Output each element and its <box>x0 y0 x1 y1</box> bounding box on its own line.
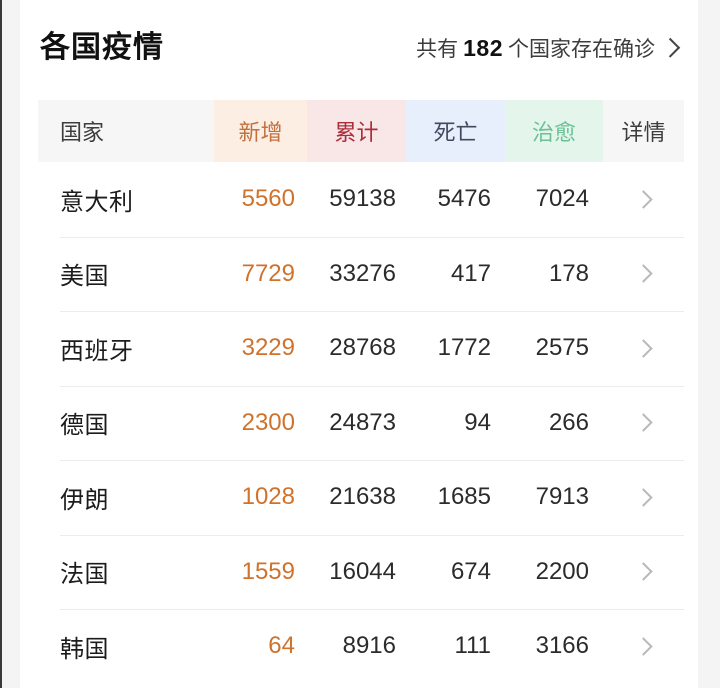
cell-death: 5476 <box>437 185 491 213</box>
column-header-total[interactable]: 累计 <box>307 100 406 162</box>
cell-total: 59138 <box>329 185 396 213</box>
cell-death: 94 <box>464 408 491 436</box>
cell-country: 韩国 <box>60 635 109 663</box>
left-gutter <box>2 0 20 688</box>
cell-cure: 266 <box>548 408 589 436</box>
country-count-suffix: 个国家存在确诊 <box>508 38 655 61</box>
column-header-country[interactable]: 国家 <box>38 100 214 162</box>
section-header: 各国疫情 共有 182 个国家存在确诊 <box>20 0 698 96</box>
table-row[interactable]: 伊朗 1028 21638 1685 7913 <box>38 460 684 535</box>
table-row[interactable]: 意大利 5560 59138 5476 7024 <box>38 162 684 237</box>
cell-new: 1028 <box>241 483 295 511</box>
table-row[interactable]: 法国 1559 16044 674 2200 <box>38 534 684 610</box>
cell-cure: 2575 <box>535 334 589 362</box>
cell-total: 8916 <box>342 632 396 660</box>
cell-detail[interactable] <box>603 162 684 237</box>
cell-detail[interactable] <box>603 386 684 461</box>
cell-new: 2300 <box>241 408 295 436</box>
chevron-right-icon <box>634 562 653 581</box>
column-header-new[interactable]: 新增 <box>214 100 307 162</box>
content-area: 各国疫情 共有 182 个国家存在确诊 国家 新增 累计 死亡 治愈 详情 意大… <box>20 0 698 688</box>
right-gutter <box>698 0 720 688</box>
cell-new: 7729 <box>241 259 295 287</box>
country-count-prefix: 共有 <box>416 38 459 61</box>
cell-cure: 7913 <box>535 483 589 511</box>
column-header-detail[interactable]: 详情 <box>603 100 684 162</box>
cell-cure: 3166 <box>535 632 589 660</box>
cell-detail[interactable] <box>603 311 684 386</box>
country-stats-table: 国家 新增 累计 死亡 治愈 详情 意大利 5560 59138 5476 70… <box>38 100 684 684</box>
table-row[interactable]: 西班牙 3229 28768 1772 2575 <box>38 311 684 386</box>
cell-total: 33276 <box>329 259 396 287</box>
cell-detail[interactable] <box>603 460 684 535</box>
epidemic-country-table-screen: 各国疫情 共有 182 个国家存在确诊 国家 新增 累计 死亡 治愈 详情 意大… <box>0 0 720 688</box>
cell-country: 西班牙 <box>60 337 134 365</box>
chevron-right-icon <box>634 488 653 507</box>
cell-cure: 178 <box>548 259 589 287</box>
country-count-link[interactable]: 共有 182 个国家存在确诊 <box>416 33 681 63</box>
table-row[interactable]: 德国 2300 24873 94 266 <box>38 385 684 461</box>
table-row[interactable]: 美国 7729 33276 417 178 <box>38 236 684 312</box>
table-header-row: 国家 新增 累计 死亡 治愈 详情 <box>38 100 684 162</box>
cell-detail[interactable] <box>603 237 684 312</box>
cell-total: 21638 <box>329 483 396 511</box>
page-title: 各国疫情 <box>40 31 164 64</box>
cell-detail[interactable] <box>603 609 684 684</box>
cell-country: 德国 <box>60 412 109 440</box>
cell-death: 417 <box>450 259 491 287</box>
cell-total: 24873 <box>329 408 396 436</box>
cell-country: 法国 <box>60 561 109 589</box>
cell-country: 美国 <box>60 263 109 291</box>
chevron-right-icon <box>660 37 681 58</box>
column-header-cure[interactable]: 治愈 <box>505 100 603 162</box>
chevron-right-icon <box>634 637 653 656</box>
table-row[interactable]: 韩国 64 8916 111 3166 <box>38 609 684 684</box>
cell-death: 111 <box>454 632 491 660</box>
cell-total: 28768 <box>329 334 396 362</box>
cell-death: 1685 <box>437 483 491 511</box>
cell-cure: 7024 <box>535 185 589 213</box>
cell-total: 16044 <box>329 557 396 585</box>
cell-new: 1559 <box>241 557 295 585</box>
country-count-value: 182 <box>463 35 503 61</box>
cell-death: 674 <box>450 557 491 585</box>
cell-country: 伊朗 <box>60 486 109 514</box>
cell-country: 意大利 <box>60 188 134 216</box>
chevron-right-icon <box>634 264 653 283</box>
cell-new: 3229 <box>241 334 295 362</box>
cell-new: 64 <box>268 632 295 660</box>
cell-death: 1772 <box>437 334 491 362</box>
cell-new: 5560 <box>241 185 295 213</box>
chevron-right-icon <box>634 190 653 209</box>
cell-detail[interactable] <box>603 535 684 610</box>
table-body: 意大利 5560 59138 5476 7024 美国 7729 33276 4… <box>38 162 684 684</box>
chevron-right-icon <box>634 339 653 358</box>
column-header-death[interactable]: 死亡 <box>406 100 505 162</box>
cell-cure: 2200 <box>535 557 589 585</box>
chevron-right-icon <box>634 413 653 432</box>
